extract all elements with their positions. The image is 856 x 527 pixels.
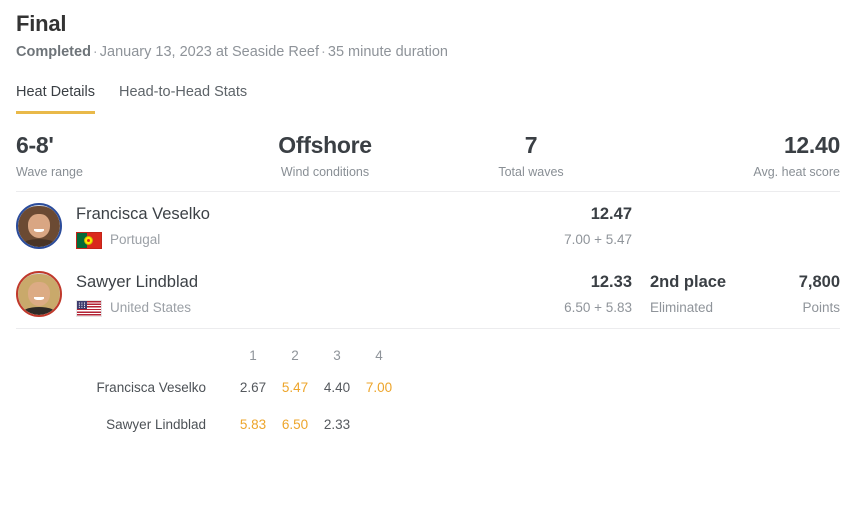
flag-emblem — [83, 236, 93, 246]
avatar-photo — [18, 273, 60, 315]
athlete-country: Portugal — [76, 231, 512, 249]
athlete-row[interactable]: Francisca Veselko Portugal 12.47 7.00 + … — [16, 192, 840, 260]
stat-total-waves: 7 Total waves — [428, 132, 634, 191]
wave-row-name: Francisca Veselko — [96, 380, 206, 395]
wave-row-name: Sawyer Lindblad — [106, 417, 206, 432]
meta-separator-2: · — [321, 44, 326, 60]
portugal-flag-icon — [76, 231, 102, 249]
athlete-country: United States — [76, 299, 512, 317]
avatar-shoulders — [20, 307, 58, 315]
athlete-score-breakdown: 6.50 + 5.83 — [564, 300, 632, 315]
wave-score-cell: 5.47 — [281, 380, 309, 395]
united-states-flag-icon — [76, 299, 102, 317]
athlete-total-score: 12.33 — [590, 273, 632, 291]
athlete-place-column — [632, 223, 748, 229]
stat-wind-conditions: Offshore Wind conditions — [222, 132, 428, 191]
athlete-score-column: 12.47 7.00 + 5.47 — [512, 203, 632, 249]
meta-separator-1: · — [92, 44, 98, 60]
stat-value: 12.40 — [783, 132, 840, 158]
stat-label: Avg. heat score — [753, 165, 840, 179]
wave-column-header: 3 — [333, 348, 341, 363]
athlete-name: Sawyer Lindblad — [76, 273, 198, 291]
wave-column-header: 1 — [249, 348, 257, 363]
tab-head-to-head-stats[interactable]: Head-to-Head Stats — [119, 84, 247, 114]
wave-score-cell: 5.83 — [239, 417, 267, 432]
wave-score-cell: 2.67 — [239, 380, 267, 395]
athlete-points: 7,800 — [798, 273, 840, 291]
heat-date-venue: January 13, 2023 at Seaside Reef — [99, 44, 320, 60]
avatar — [16, 203, 62, 249]
athlete-place: 2nd place — [650, 273, 727, 291]
athlete-info: Sawyer Lindblad United States — [76, 271, 512, 317]
avatar — [16, 271, 62, 317]
stat-value: 7 — [524, 132, 538, 158]
heat-stats-row: 6-8' Wave range Offshore Wind conditions… — [0, 114, 856, 191]
stat-label: Wind conditions — [280, 165, 370, 179]
wave-score-cell: 7.00 — [365, 380, 393, 395]
athlete-place-column: 2nd place Eliminated — [632, 271, 748, 317]
avatar-photo — [18, 205, 60, 247]
athlete-total-score: 12.47 — [590, 205, 632, 223]
athlete-score-column: 12.33 6.50 + 5.83 — [512, 271, 632, 317]
wave-column-header: 4 — [375, 348, 383, 363]
wave-score-table: 1 2 3 4 Francisca Veselko 2.67 5.47 4.40… — [0, 329, 856, 443]
athlete-list: Francisca Veselko Portugal 12.47 7.00 + … — [0, 192, 856, 328]
avatar-skin — [28, 214, 50, 238]
heat-meta: Completed · January 13, 2023 at Seaside Re… — [16, 41, 840, 63]
athlete-points-column — [748, 223, 840, 229]
stat-value: Offshore — [278, 132, 372, 158]
athlete-row[interactable]: Sawyer Lindblad United States 12.33 6.50… — [16, 260, 840, 328]
athlete-score-breakdown: 7.00 + 5.47 — [564, 232, 632, 247]
athlete-points-label: Points — [802, 300, 840, 315]
wave-score-grid: 1 2 3 4 Francisca Veselko 2.67 5.47 4.40… — [16, 343, 840, 443]
country-label: United States — [110, 300, 192, 315]
country-label: Portugal — [110, 232, 161, 247]
wave-score-cell: 2.33 — [323, 417, 351, 432]
athlete-place-status: Eliminated — [650, 300, 714, 315]
wave-score-cell: 4.40 — [323, 380, 351, 395]
wave-score-cell: 6.50 — [281, 417, 309, 432]
stat-value: 6-8' — [16, 132, 54, 158]
flag-canton — [77, 300, 88, 309]
athlete-points-column: 7,800 Points — [748, 271, 840, 317]
athlete-name: Francisca Veselko — [76, 205, 210, 223]
wave-column-header: 2 — [291, 348, 299, 363]
status-badge: Completed — [16, 44, 91, 60]
tab-bar: Heat Details Head-to-Head Stats — [0, 84, 856, 114]
avatar-skin — [28, 282, 50, 306]
stat-label: Total waves — [498, 165, 564, 179]
wave-score-cell — [358, 406, 400, 443]
heat-header: Final Completed · January 13, 2023 at Seas… — [0, 0, 856, 63]
tab-heat-details[interactable]: Heat Details — [16, 84, 95, 114]
stat-avg-heat-score: 12.40 Avg. heat score — [634, 132, 840, 191]
wave-table-corner — [16, 343, 232, 369]
athlete-info: Francisca Veselko Portugal — [76, 203, 512, 249]
avatar-shoulders — [20, 239, 58, 247]
stat-label: Wave range — [16, 165, 83, 179]
stat-wave-range: 6-8' Wave range — [16, 132, 222, 191]
heat-duration: 35 minute duration — [327, 44, 448, 60]
page-title: Final — [16, 11, 67, 36]
